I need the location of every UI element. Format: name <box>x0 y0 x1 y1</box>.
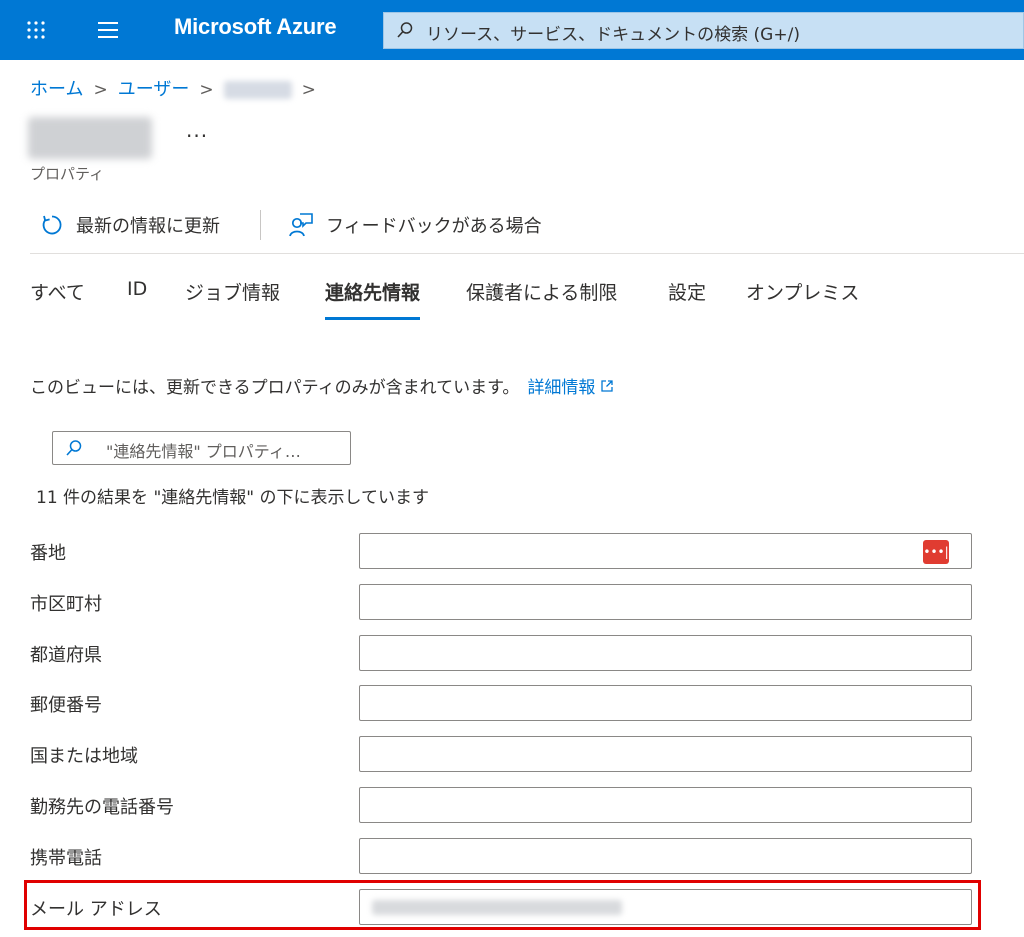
top-bar: Microsoft Azure リソース、サービス、ドキュメントの検索 (G+/… <box>0 0 1024 60</box>
feedback-icon <box>289 213 313 237</box>
field-row-city: 市区町村 <box>30 584 972 620</box>
global-search-input[interactable]: リソース、サービス、ドキュメントの検索 (G+/) <box>383 12 1024 49</box>
field-label: 郵便番号 <box>30 695 102 716</box>
brand-title[interactable]: Microsoft Azure <box>174 14 337 40</box>
breadcrumb-users[interactable]: ユーザー <box>118 79 190 100</box>
tab-all[interactable]: すべて <box>30 278 85 322</box>
refresh-button[interactable]: 最新の情報に更新 <box>40 208 220 242</box>
field-row-mobile: 携帯電話 <box>30 838 972 874</box>
field-row-state: 都道府県 <box>30 635 972 671</box>
feedback-label: フィードバックがある場合 <box>326 216 542 237</box>
hamburger-icon[interactable] <box>96 17 120 41</box>
breadcrumb-separator: > <box>301 80 316 100</box>
breadcrumb-user-redacted[interactable] <box>223 81 292 99</box>
learn-more-label: 詳細情報 <box>527 378 596 398</box>
search-icon <box>66 440 82 456</box>
refresh-icon <box>42 215 62 235</box>
divider <box>30 253 1024 254</box>
tab-parental-controls[interactable]: 保護者による制限 <box>466 278 617 322</box>
info-text: このビューには、更新できるプロパティのみが含まれています。 詳細情報 <box>30 373 614 398</box>
password-manager-icon[interactable]: •••| <box>923 540 949 564</box>
field-label: 勤務先の電話番号 <box>30 797 174 818</box>
waffle-icon[interactable] <box>24 18 48 42</box>
tab-settings[interactable]: 設定 <box>668 278 706 322</box>
more-options-button[interactable]: ··· <box>186 124 208 148</box>
field-label: 携帯電話 <box>30 848 102 869</box>
refresh-label: 最新の情報に更新 <box>76 216 220 237</box>
country-input[interactable] <box>359 736 972 772</box>
search-icon <box>397 22 413 38</box>
external-link-icon <box>601 380 614 392</box>
feedback-button[interactable]: フィードバックがある場合 <box>288 208 542 242</box>
state-input[interactable] <box>359 635 972 671</box>
search-placeholder: リソース、サービス、ドキュメントの検索 (G+/) <box>426 25 800 45</box>
info-message: このビューには、更新できるプロパティのみが含まれています。 <box>30 378 520 398</box>
learn-more-link[interactable]: 詳細情報 <box>527 378 614 398</box>
breadcrumb-separator: > <box>93 80 108 100</box>
toolbar-divider <box>260 210 261 240</box>
mobile-phone-input[interactable] <box>359 838 972 874</box>
field-label: 都道府県 <box>30 645 102 666</box>
breadcrumb-separator: > <box>199 80 214 100</box>
tab-on-premises[interactable]: オンプレミス <box>746 278 859 322</box>
postal-code-input[interactable] <box>359 685 972 721</box>
field-row-business-phone: 勤務先の電話番号 <box>30 787 972 823</box>
results-count: 11 件の結果を "連絡先情報" の下に表示しています <box>36 488 429 508</box>
field-label: 市区町村 <box>30 594 102 615</box>
breadcrumb-home[interactable]: ホーム <box>30 79 83 100</box>
email-highlight-box <box>24 880 981 930</box>
tab-job-info[interactable]: ジョブ情報 <box>185 278 280 322</box>
field-row-street: 番地 •••| <box>30 533 972 569</box>
city-input[interactable] <box>359 584 972 620</box>
filter-placeholder: "連絡先情報" プロパティ… <box>106 442 301 461</box>
field-row-postal: 郵便番号 <box>30 685 972 721</box>
breadcrumb: ホーム > ユーザー > > <box>30 75 326 101</box>
field-label: 国または地域 <box>30 746 138 767</box>
street-address-input[interactable]: •••| <box>359 533 972 569</box>
property-filter-input[interactable]: "連絡先情報" プロパティ… <box>52 431 351 465</box>
page-subtitle: プロパティ <box>30 165 105 183</box>
page-title-redacted <box>28 117 152 159</box>
field-label: 番地 <box>30 543 66 564</box>
field-row-country: 国または地域 <box>30 736 972 772</box>
tab-identity[interactable]: ID <box>127 278 147 322</box>
business-phone-input[interactable] <box>359 787 972 823</box>
tab-contact-info[interactable]: 連絡先情報 <box>325 278 421 322</box>
